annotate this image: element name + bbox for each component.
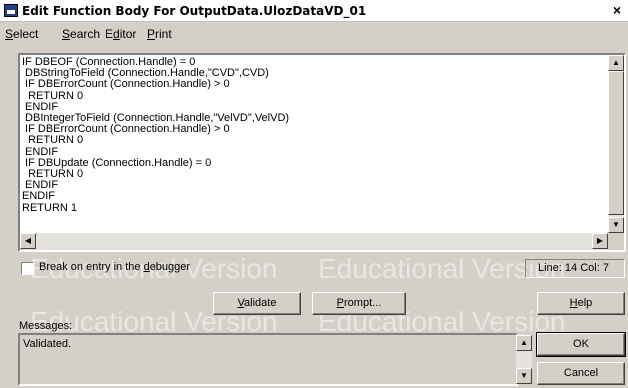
close-icon[interactable]: ×: [610, 3, 624, 17]
scroll-left-icon[interactable]: ◀: [20, 233, 36, 249]
horizontal-scrollbar[interactable]: ◀ ▶: [20, 233, 608, 250]
code-text[interactable]: IF DBEOF (Connection.Handle) = 0 DBStrin…: [22, 57, 607, 233]
scroll-corner: [608, 233, 624, 250]
menu-print[interactable]: Print: [147, 27, 172, 41]
menu-select[interactable]: Select: [5, 27, 38, 41]
ok-button[interactable]: OK: [536, 332, 626, 357]
scroll-up-icon[interactable]: ▲: [608, 55, 624, 71]
messages-box[interactable]: Validated. ▲ ▼: [18, 333, 532, 386]
help-button[interactable]: Help: [537, 292, 625, 315]
messages-text: Validated.: [23, 338, 72, 350]
messages-label: Messages:: [19, 320, 73, 332]
scroll-thumb[interactable]: [608, 71, 624, 215]
menu-bar: Select Search Editor Print: [0, 24, 628, 44]
vertical-scrollbar[interactable]: ▲ ▼: [608, 55, 624, 233]
menu-editor[interactable]: Editor: [105, 27, 136, 41]
messages-scrollbar[interactable]: ▲ ▼: [516, 335, 532, 384]
scroll-down-icon[interactable]: ▼: [516, 368, 532, 384]
window-title: Edit Function Body For OutputData.UlozDa…: [22, 4, 367, 18]
break-on-entry-checkbox[interactable]: [21, 262, 34, 275]
app-icon: [4, 4, 18, 17]
title-bar: Edit Function Body For OutputData.UlozDa…: [0, 0, 628, 22]
validate-button[interactable]: Validate: [213, 292, 301, 315]
scroll-up-icon[interactable]: ▲: [516, 335, 532, 351]
cancel-button[interactable]: Cancel: [537, 362, 625, 385]
scroll-down-icon[interactable]: ▼: [608, 217, 624, 233]
scroll-right-icon[interactable]: ▶: [592, 233, 608, 249]
code-editor[interactable]: IF DBEOF (Connection.Handle) = 0 DBStrin…: [18, 53, 626, 252]
line-col-status: Line: 14 Col: 7: [525, 259, 625, 278]
menu-search[interactable]: Search: [62, 27, 100, 41]
prompt-button[interactable]: Prompt...: [312, 292, 406, 315]
break-on-entry-label[interactable]: Break on entry in the debugger: [39, 261, 190, 273]
